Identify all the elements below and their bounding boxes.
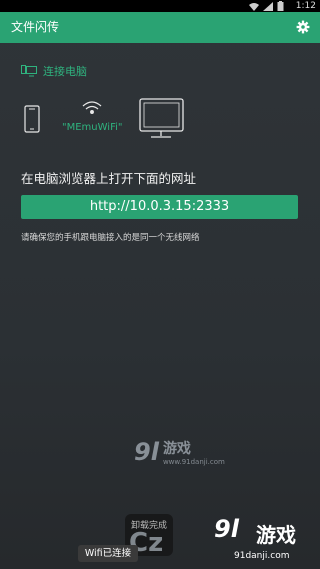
- signal-icon: [263, 1, 273, 11]
- watermark-center-logo: 9l: [134, 438, 159, 466]
- watermark-corner-name: 游戏: [256, 523, 296, 547]
- connect-computer-header: 连接电脑: [21, 64, 87, 78]
- connection-diagram: [24, 98, 184, 138]
- status-time: 1:12: [295, 1, 316, 11]
- wifi-icon: [82, 101, 102, 114]
- wifi-name: "MEmuWiFi": [62, 122, 123, 133]
- status-bar: 1:12: [0, 0, 320, 12]
- watermark-center-name: 游戏: [162, 441, 191, 457]
- watermark-center-domain: www.91danji.com: [162, 458, 225, 466]
- url-button[interactable]: http://10.0.3.15:2333: [21, 195, 298, 219]
- battery-icon: [277, 1, 284, 11]
- app-title: 文件闪传: [11, 20, 60, 34]
- wifi-status-icon: [249, 2, 259, 11]
- status-icons: [249, 1, 284, 11]
- connect-computer-label: 连接电脑: [43, 65, 87, 78]
- instruction-text: 在电脑浏览器上打开下面的网址: [21, 171, 197, 186]
- watermark-corner-logo: 9l: [214, 515, 239, 543]
- phone-icon: [24, 105, 40, 133]
- network-note: 请确保您的手机跟电脑接入的是同一个无线网络: [21, 233, 200, 243]
- monitor-icon: [139, 98, 184, 138]
- app-bar: 文件闪传: [0, 12, 320, 43]
- devices-icon: [21, 64, 37, 76]
- gear-icon[interactable]: [296, 20, 310, 34]
- watermark-center: 9l 游戏 www.91danji.com: [134, 438, 225, 466]
- watermark-corner-domain: 91danji.com: [234, 551, 290, 561]
- wifi-connected-toast: Wifi已连接: [78, 545, 138, 562]
- watermark-corner: 9l 游戏 91danji.com: [212, 515, 320, 569]
